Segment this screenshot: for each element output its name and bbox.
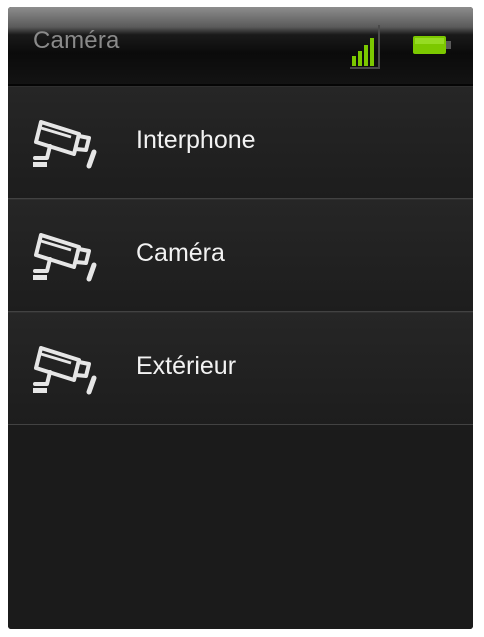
camera-list: Interphone Caméra Extérieur xyxy=(8,86,473,425)
signal-strength-icon xyxy=(350,25,380,69)
battery-icon xyxy=(413,36,451,54)
list-item-label: Caméra xyxy=(136,239,225,267)
phone-screen: Caméra Interphone Caméra Extérieur xyxy=(8,7,473,629)
security-camera-icon xyxy=(33,120,97,169)
security-camera-icon xyxy=(33,233,97,282)
list-item-camera[interactable]: Caméra xyxy=(8,199,473,312)
list-item-interphone[interactable]: Interphone xyxy=(8,86,473,199)
title-bar: Caméra xyxy=(8,7,473,86)
list-item-label: Extérieur xyxy=(136,352,237,380)
empty-list-area xyxy=(8,425,473,629)
list-item-label: Interphone xyxy=(136,126,256,154)
page-title: Caméra xyxy=(33,27,120,54)
list-item-exterieur[interactable]: Extérieur xyxy=(8,312,473,425)
security-camera-icon xyxy=(33,346,97,395)
